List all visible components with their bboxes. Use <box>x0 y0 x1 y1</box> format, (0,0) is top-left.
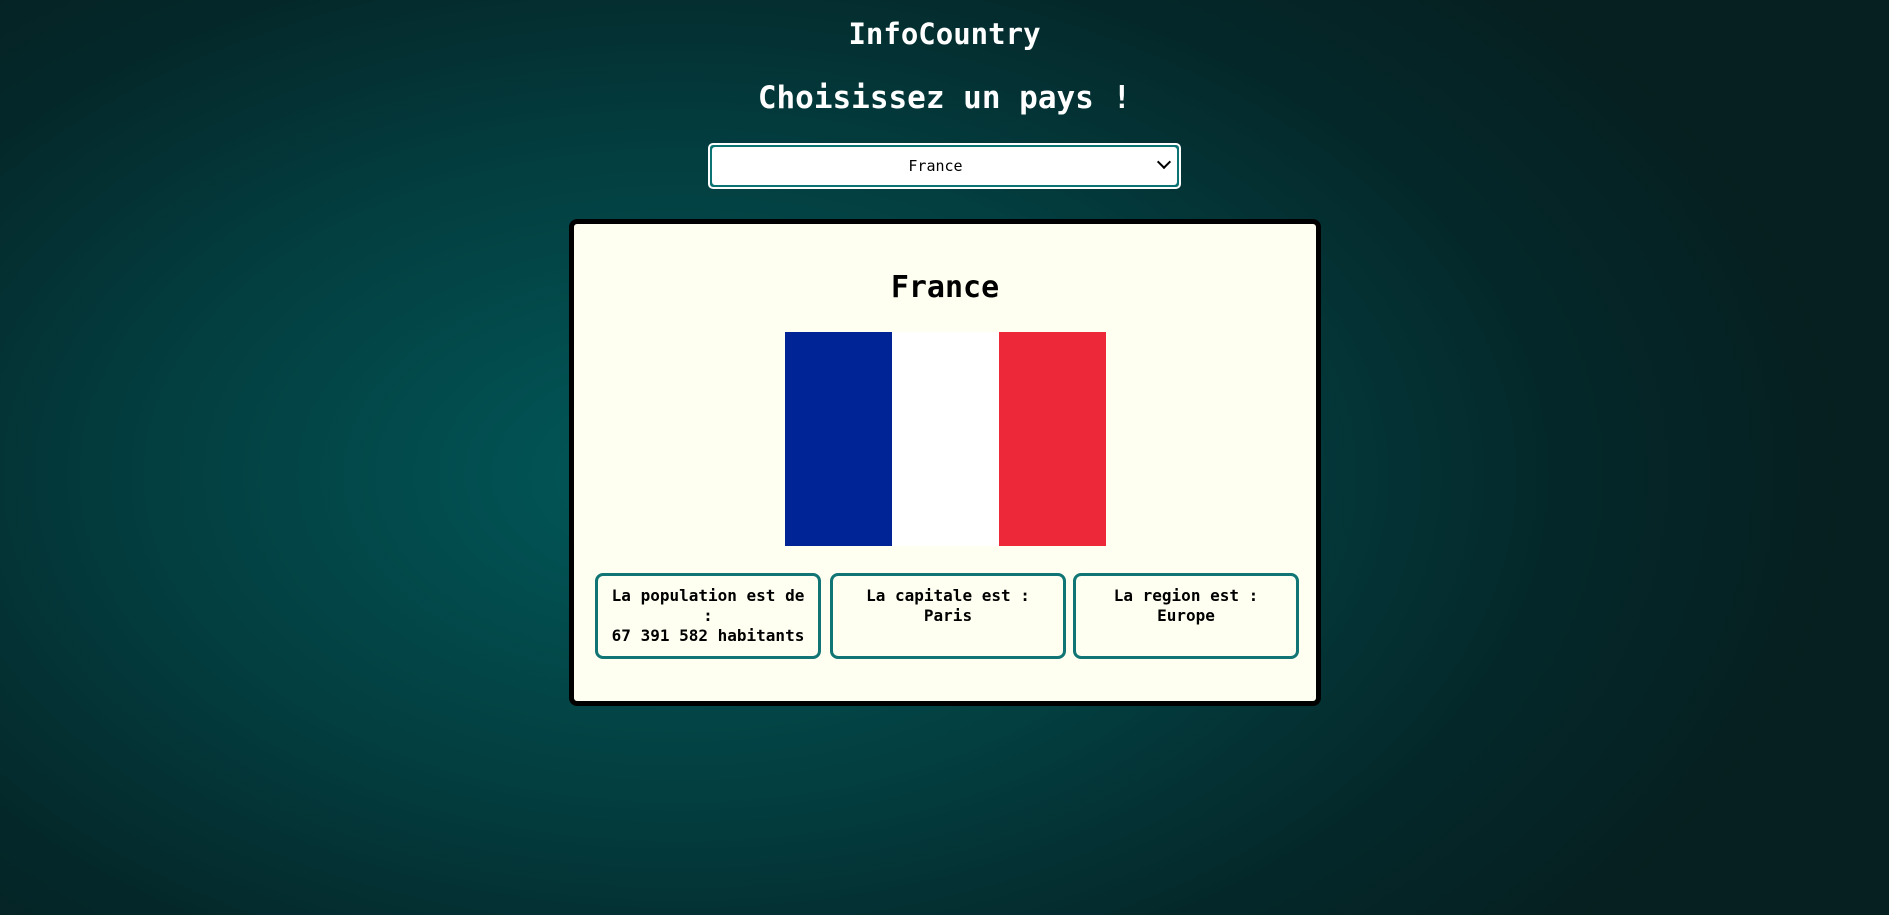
region-value: Europe <box>1157 606 1215 625</box>
population-label: La population est de : <box>611 586 805 625</box>
country-select[interactable]: France <box>712 147 1177 185</box>
flag-band-red <box>999 332 1106 546</box>
flag-band-blue <box>785 332 892 546</box>
population-value: 67 391 582 habitants <box>611 626 805 645</box>
capital-box: La capitale est : Paris <box>830 573 1066 659</box>
capital-value: Paris <box>923 606 973 625</box>
country-flag <box>785 332 1106 546</box>
flag-band-white <box>892 332 999 546</box>
region-box: La region est : Europe <box>1073 573 1299 659</box>
app-title: InfoCountry <box>848 17 1041 51</box>
page-subtitle: Choisissez un pays ! <box>757 80 1132 116</box>
population-box: La population est de : 67 391 582 habita… <box>595 573 821 659</box>
capital-label: La capitale est : <box>866 586 1030 605</box>
country-card: France La population est de : 67 391 582… <box>569 219 1321 706</box>
country-select-wrapper: France <box>708 143 1181 189</box>
region-label: La region est : <box>1113 586 1259 605</box>
country-name: France <box>890 270 1000 305</box>
